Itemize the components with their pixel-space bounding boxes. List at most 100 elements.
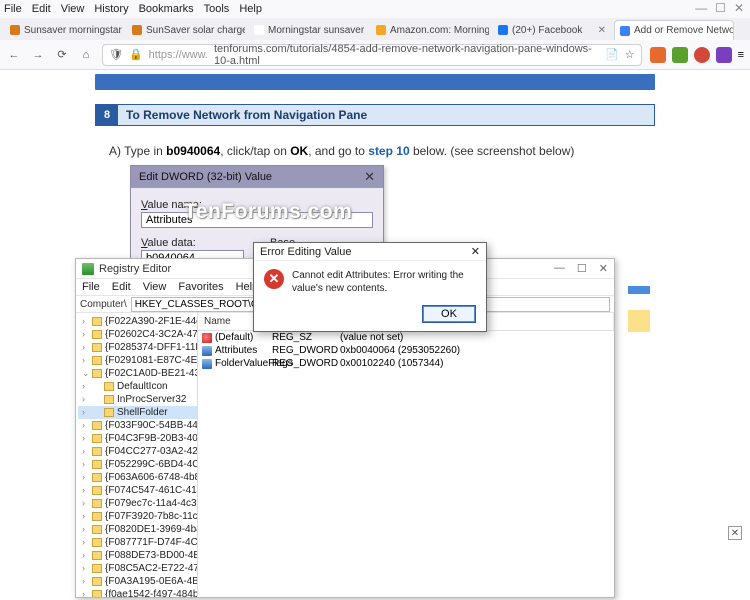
folder-icon bbox=[92, 512, 102, 521]
tree-node[interactable]: {F0291081-E87C-4E0 bbox=[78, 354, 197, 367]
folder-icon bbox=[92, 317, 102, 326]
folder-icon bbox=[92, 421, 102, 430]
reader-icon[interactable]: 📄 bbox=[605, 48, 619, 61]
tree-node[interactable]: {F087771F-D74F-4C1 bbox=[78, 536, 197, 549]
menu-view[interactable]: View bbox=[143, 281, 167, 293]
url-bar[interactable]: 🛡 🔒 https://www.tenforums.com/tutorials/… bbox=[102, 44, 642, 66]
menu-bookmarks[interactable]: Bookmarks bbox=[139, 3, 194, 15]
tree-node[interactable]: {F04CC277-03A2-423 bbox=[78, 445, 197, 458]
browser-tab[interactable]: Sunsaver morningstar at D✕ bbox=[4, 20, 124, 40]
regedit-tree[interactable]: {F022A390-2F1E-44d{F02602C4-3C2A-473{F02… bbox=[76, 313, 198, 597]
tree-node[interactable]: InProcServer32 bbox=[78, 393, 197, 406]
browser-tab[interactable]: Add or Remove Network fr✕ bbox=[614, 20, 734, 40]
tree-node[interactable]: {F0820DE1-3969-4b4 bbox=[78, 523, 197, 536]
menu-view[interactable]: View bbox=[61, 3, 85, 15]
tree-node[interactable]: {F079ec7c-11a4-4c33 bbox=[78, 497, 197, 510]
ext-icon-3[interactable] bbox=[694, 47, 710, 63]
tree-node[interactable]: {F02C1A0D-BE21-43 bbox=[78, 367, 197, 380]
tab-label: Sunsaver morningstar at D bbox=[24, 25, 124, 36]
firefox-tabstrip: Sunsaver morningstar at D✕SunSaver solar… bbox=[0, 18, 750, 40]
value-icon bbox=[202, 333, 212, 343]
value-name-label: Value name: bbox=[141, 199, 373, 211]
tree-node[interactable]: {F08C5AC2-E722-47 bbox=[78, 562, 197, 575]
tab-close-icon[interactable]: ✕ bbox=[598, 25, 606, 36]
tree-node[interactable]: DefaultIcon bbox=[78, 380, 197, 393]
step10-link[interactable]: step 10 bbox=[368, 144, 409, 158]
tree-node[interactable]: {F074C547-461C-414 bbox=[78, 484, 197, 497]
error-message: Cannot edit Attributes: Error writing th… bbox=[292, 269, 476, 295]
menu-edit[interactable]: Edit bbox=[32, 3, 51, 15]
ext-icon-2[interactable] bbox=[672, 47, 688, 63]
menu-favorites[interactable]: Favorites bbox=[178, 281, 223, 293]
menu-file[interactable]: File bbox=[82, 281, 100, 293]
regedit-list[interactable]: Name Type Data (Default)REG_SZ(value not… bbox=[198, 313, 614, 597]
menu-tools[interactable]: Tools bbox=[204, 3, 230, 15]
tree-node[interactable]: {F063A606-6748-4b8 bbox=[78, 471, 197, 484]
regedit-icon bbox=[82, 263, 94, 275]
shield-icon[interactable]: 🛡 bbox=[109, 48, 123, 61]
browser-tab[interactable]: Morningstar sunsaver duo ssd-2✕ bbox=[248, 20, 368, 40]
ad-close-icon[interactable]: ✕ bbox=[728, 526, 742, 540]
menu-help[interactable]: Help bbox=[239, 3, 262, 15]
close-icon[interactable]: ✕ bbox=[364, 169, 375, 185]
tree-node[interactable]: {F0A3A195-0E6A-4B bbox=[78, 575, 197, 588]
menu-history[interactable]: History bbox=[94, 3, 128, 15]
folder-icon bbox=[104, 395, 114, 404]
sidebar-stub-blue bbox=[628, 286, 650, 294]
step-title: To Remove Network from Navigation Pane bbox=[118, 105, 654, 125]
value-data-label: Value data: bbox=[141, 237, 244, 249]
tree-node[interactable]: {F022A390-2F1E-44d bbox=[78, 315, 197, 328]
folder-icon bbox=[92, 577, 102, 586]
reload-button[interactable]: ⟳ bbox=[54, 48, 70, 61]
tree-node[interactable]: {F04C3F9B-20B3-40E bbox=[78, 432, 197, 445]
menu-file[interactable]: File bbox=[4, 3, 22, 15]
edit-dword-titlebar[interactable]: Edit DWORD (32-bit) Value ✕ bbox=[131, 166, 383, 188]
minimize-icon[interactable]: — bbox=[554, 262, 565, 275]
maximize-icon[interactable]: ☐ bbox=[577, 262, 587, 275]
tree-node[interactable]: {F088DE73-BD00-4E bbox=[78, 549, 197, 562]
minimize-icon[interactable]: — bbox=[695, 1, 707, 15]
sidebar-stub-yellow bbox=[628, 310, 650, 332]
tree-node[interactable]: {F02602C4-3C2A-473 bbox=[78, 328, 197, 341]
forward-button[interactable]: → bbox=[30, 49, 46, 61]
back-button[interactable]: ← bbox=[6, 49, 22, 61]
home-button[interactable]: ⌂ bbox=[78, 49, 94, 61]
error-titlebar[interactable]: Error Editing Value ✕ bbox=[254, 243, 486, 261]
tree-node[interactable]: {F033F90C-54BB-44C bbox=[78, 419, 197, 432]
folder-icon bbox=[92, 538, 102, 547]
tree-node[interactable]: ShellFolder bbox=[78, 406, 197, 419]
bookmark-star-icon[interactable]: ☆ bbox=[625, 48, 635, 61]
folder-icon bbox=[92, 356, 102, 365]
tab-label: SunSaver solar charge cont bbox=[146, 25, 246, 36]
ok-button[interactable]: OK bbox=[422, 305, 476, 323]
error-icon: ✕ bbox=[264, 269, 284, 289]
menu-edit[interactable]: Edit bbox=[112, 281, 131, 293]
lock-icon: 🔒 bbox=[129, 48, 143, 61]
close-icon[interactable]: ✕ bbox=[734, 1, 744, 15]
tree-node[interactable]: {f0ae1542-f497-484b bbox=[78, 588, 197, 597]
list-row[interactable]: (Default)REG_SZ(value not set) bbox=[198, 331, 614, 344]
folder-icon bbox=[92, 330, 102, 339]
tree-node[interactable]: {F052299C-6BD4-4C40 bbox=[78, 458, 197, 471]
list-row[interactable]: FolderValueFlagsREG_DWORD0x00102240 (105… bbox=[198, 357, 614, 370]
firefox-toolbar: ← → ⟳ ⌂ 🛡 🔒 https://www.tenforums.com/tu… bbox=[0, 40, 750, 70]
maximize-icon[interactable]: ☐ bbox=[715, 1, 726, 15]
value-name-input[interactable] bbox=[141, 212, 373, 228]
ext-icon-1[interactable] bbox=[650, 47, 666, 63]
favicon bbox=[376, 25, 386, 35]
browser-tab[interactable]: SunSaver solar charge cont✕ bbox=[126, 20, 246, 40]
close-icon[interactable]: ✕ bbox=[599, 262, 608, 275]
browser-tab[interactable]: (20+) Facebook✕ bbox=[492, 20, 612, 40]
value-icon bbox=[202, 359, 212, 369]
prev-step-bar bbox=[95, 74, 655, 90]
list-row[interactable]: AttributesREG_DWORD0xb0040064 (295305226… bbox=[198, 344, 614, 357]
firefox-window-controls: — ☐ ✕ bbox=[695, 1, 744, 15]
tree-node[interactable]: {F07F3920-7b8c-11cf bbox=[78, 510, 197, 523]
folder-icon bbox=[92, 434, 102, 443]
hamburger-icon[interactable]: ≡ bbox=[738, 49, 744, 61]
browser-tab[interactable]: Amazon.com: Morningstar✕ bbox=[370, 20, 490, 40]
close-icon[interactable]: ✕ bbox=[471, 245, 480, 258]
folder-icon bbox=[92, 499, 102, 508]
tree-node[interactable]: {F0285374-DFF1-11D bbox=[78, 341, 197, 354]
ext-icon-4[interactable] bbox=[716, 47, 732, 63]
